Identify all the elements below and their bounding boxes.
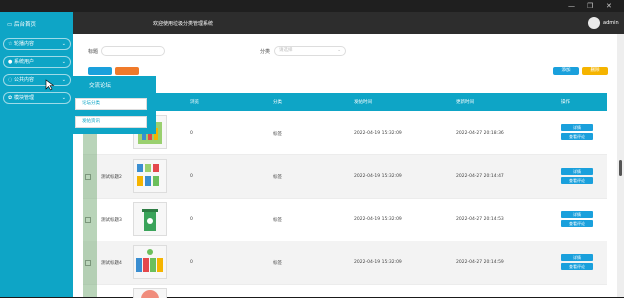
forum-submenu: 交流论坛 论坛分类 发帖资讯 (73, 76, 156, 134)
posts-table: 图 浏览 分类 发帖时间 更新时间 操作 0 标签 2022-04-19 15:… (83, 93, 607, 298)
comments-button[interactable]: 查看评论 (561, 220, 593, 227)
submenu-item-post-news[interactable]: 发帖资讯 (75, 116, 147, 128)
add-button[interactable]: 添加 (553, 67, 579, 75)
header-updated: 更新时间 (456, 100, 474, 105)
chevron-down-icon: ⌄ (61, 41, 66, 47)
search-button[interactable] (88, 67, 112, 75)
avatar[interactable] (588, 17, 600, 29)
updated-cell: 2022-04-27 20:14:53 (456, 217, 504, 222)
top-header: 欢迎使用垃圾分类管理系统 admin (73, 12, 624, 34)
updated-cell: 2022-04-27 20:14:47 (456, 174, 504, 179)
updated-cell: 2022-04-27 20:18:36 (456, 131, 504, 136)
detail-button[interactable]: 详情 (561, 124, 593, 131)
chevron-down-icon: ⌄ (337, 48, 341, 53)
views-cell: 0 (190, 260, 193, 265)
detail-button[interactable]: 详情 (561, 254, 593, 261)
submenu-title: 交流论坛 (89, 83, 112, 89)
scrollbar-thumb[interactable] (619, 160, 622, 176)
title-search-input[interactable] (101, 46, 165, 56)
submenu-item-forum-category[interactable]: 论坛分类 (75, 98, 147, 110)
comments-button[interactable]: 查看评论 (561, 133, 593, 140)
category-filter-label: 分类 (260, 49, 271, 55)
header-created: 发帖时间 (354, 100, 372, 105)
sidebar-item-modules[interactable]: ✿ 模块管理 ⌄ (3, 92, 71, 104)
table-row: 测试标题3 0 标签 2022-04-19 15:32:09 2022-04-2… (83, 198, 607, 242)
category-cell: 标签 (273, 218, 282, 223)
table-row: 0 标签 2022-04-19 15:32:09 2022-04-27 20:1… (83, 111, 607, 155)
category-select[interactable]: 请选择 ⌄ (274, 46, 346, 56)
username[interactable]: admin (603, 20, 619, 26)
category-cell: 标签 (273, 132, 282, 137)
category-cell: 标签 (273, 261, 282, 266)
comments-button[interactable]: 查看评论 (561, 263, 593, 270)
chevron-down-icon: ⌄ (61, 77, 66, 83)
monitor-icon: ▭ (7, 22, 14, 28)
title-cell: 测试标题3 (101, 218, 122, 223)
post-thumbnail[interactable] (133, 245, 167, 279)
detail-button[interactable]: 详情 (561, 211, 593, 218)
sidebar: ▭ 后台首页 ☆ 轮播内容 ⌄ ● 系统用户 ⌄ ◌ 公共内容 ⌄ ✿ 模块管理 ⌄ (0, 12, 73, 297)
title-cell: 测试标题2 (101, 175, 122, 180)
sidebar-item-users[interactable]: ● 系统用户 ⌄ (3, 56, 71, 68)
sidebar-item-public[interactable]: ◌ 公共内容 ⌄ (3, 74, 71, 86)
created-cell: 2022-04-19 15:32:09 (354, 131, 402, 136)
table-row: 测试标题4 0 标签 2022-04-19 15:32:09 2022-04-2… (83, 241, 607, 285)
updated-cell: 2022-04-27 20:14:59 (456, 260, 504, 265)
views-cell: 0 (190, 174, 193, 179)
cursor-icon (45, 79, 55, 91)
bins-image (137, 164, 159, 186)
sidebar-item-carousel[interactable]: ☆ 轮播内容 ⌄ (3, 38, 71, 50)
maximize-button[interactable]: ❐ (587, 2, 593, 10)
reset-button[interactable] (115, 67, 139, 75)
category-cell: 标签 (273, 175, 282, 180)
bin-image (142, 209, 158, 231)
close-button[interactable]: ✕ (606, 2, 612, 10)
detail-button[interactable]: 详情 (561, 168, 593, 175)
views-cell: 0 (190, 217, 193, 222)
header-actions: 操作 (561, 100, 570, 105)
table-row: 测试标题2 0 标签 2022-04-19 15:32:09 2022-04-2… (83, 155, 607, 199)
header-views: 浏览 (190, 100, 199, 105)
sidebar-home[interactable]: ▭ 后台首页 (7, 20, 36, 28)
post-thumbnail[interactable] (133, 159, 167, 193)
header-category: 分类 (273, 100, 282, 105)
window-titlebar: — ❐ ✕ (0, 0, 624, 12)
chevron-down-icon: ⌄ (61, 59, 66, 65)
bins-image (136, 249, 163, 272)
table-row (83, 284, 607, 298)
created-cell: 2022-04-19 15:32:09 (354, 217, 402, 222)
created-cell: 2022-04-19 15:32:09 (354, 260, 402, 265)
chevron-down-icon: ⌄ (61, 95, 66, 101)
comments-button[interactable]: 查看评论 (561, 177, 593, 184)
post-thumbnail[interactable] (133, 202, 167, 236)
minimize-button[interactable]: — (568, 2, 575, 10)
table-header: 图 浏览 分类 发帖时间 更新时间 操作 (83, 93, 607, 111)
created-cell: 2022-04-19 15:32:09 (354, 174, 402, 179)
header-title: 欢迎使用垃圾分类管理系统 (153, 21, 214, 27)
delete-button[interactable]: 删除 (582, 67, 608, 75)
views-cell: 0 (190, 131, 193, 136)
title-filter-label: 标题 (88, 49, 99, 55)
title-cell: 测试标题4 (101, 261, 122, 266)
